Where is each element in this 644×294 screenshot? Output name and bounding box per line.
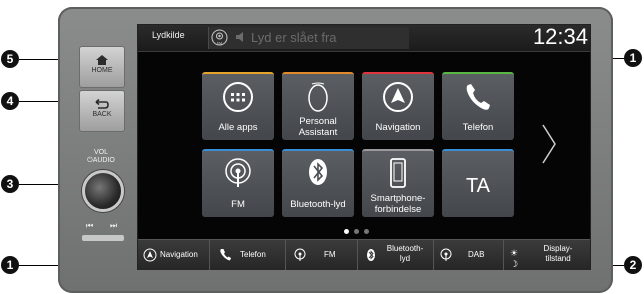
callout-4: 4 — [1, 92, 19, 110]
shortcut-bar: Navigation Telefon FM Bluetooth-lyd DAB … — [138, 239, 590, 270]
tile-label: Telefon — [462, 122, 494, 133]
radio-icon — [294, 248, 306, 261]
status-bar: Lydkilde FM Lyd er slået fra 12:34 — [138, 24, 590, 52]
tile-navigation[interactable]: Navigation — [362, 72, 434, 140]
back-icon — [95, 98, 109, 109]
page-dot — [354, 229, 359, 234]
radio-icon — [225, 158, 251, 187]
shortcut-label: Bluetooth-lyd — [386, 244, 424, 263]
volume-knob[interactable] — [82, 170, 124, 212]
fm-radio-icon: FM — [211, 29, 228, 46]
page-dot-active — [344, 229, 349, 234]
back-label: BACK — [92, 111, 112, 118]
tile-label: FM — [231, 199, 245, 210]
tile-alle-apps[interactable]: Alle apps — [202, 72, 274, 140]
page-dot — [364, 229, 369, 234]
tile-label: Smartphone-forbindelse — [370, 193, 426, 215]
home-button[interactable]: HOME — [79, 46, 125, 88]
bluetooth-icon — [367, 249, 375, 261]
tile-label: Personal Assistant — [298, 116, 338, 138]
tile-ta[interactable]: TA — [442, 149, 514, 217]
callout-1-top: 1 — [624, 49, 642, 67]
smartphone-icon — [390, 158, 406, 188]
shortcut-label: Display-tilstand — [543, 244, 573, 263]
callout-3: 3 — [1, 175, 19, 193]
radio-icon — [440, 248, 452, 261]
skip-forward-button[interactable]: ⏭ — [110, 221, 117, 231]
shortcut-label: Navigation — [160, 250, 198, 259]
volume-label: VOL ⏻AUDIO — [87, 149, 115, 164]
callout-1-bottom: 1 — [1, 256, 19, 274]
muted-speaker-icon — [236, 32, 243, 42]
tile-personal-assistant[interactable]: Personal Assistant — [282, 72, 354, 140]
home-label: HOME — [91, 67, 113, 74]
shortcut-telefon[interactable]: Telefon — [210, 240, 286, 270]
assistant-icon — [308, 82, 328, 112]
tile-label: Navigation — [375, 122, 421, 133]
tile-fm[interactable]: FM — [202, 149, 274, 217]
shortcut-display-tilstand[interactable]: ☀☽ Display-tilstand — [504, 240, 590, 270]
tile-label: Alle apps — [218, 122, 258, 133]
navigation-icon — [383, 82, 413, 112]
shortcut-label: Telefon — [240, 250, 266, 259]
tile-bluetooth-lyd[interactable]: Bluetooth-lyd — [282, 149, 354, 217]
phone-icon — [466, 84, 490, 110]
tile-telefon[interactable]: Telefon — [442, 72, 514, 140]
navigation-icon — [143, 248, 157, 262]
clock: 12:34 — [532, 24, 588, 49]
phone-icon — [220, 249, 231, 261]
grid-icon — [223, 82, 253, 112]
disc-slot — [82, 235, 124, 241]
shortcut-label: FM — [324, 250, 336, 259]
callout-5: 5 — [1, 50, 19, 68]
media-status-text: Lyd er slået fra — [251, 30, 337, 45]
back-button[interactable]: BACK — [79, 90, 125, 132]
bluetooth-icon — [309, 159, 327, 185]
tile-label: Bluetooth-lyd — [290, 199, 346, 210]
audio-source-button[interactable]: Lydkilde — [152, 30, 185, 40]
shortcut-navigation[interactable]: Navigation — [138, 240, 210, 270]
tile-label: TA — [465, 175, 491, 197]
shortcut-label: DAB — [468, 250, 485, 259]
display-mode-icon: ☀☽ — [510, 248, 519, 269]
skip-back-button[interactable]: ⏮ — [86, 221, 93, 231]
shortcut-fm[interactable]: FM — [286, 240, 358, 270]
svg-text:FM: FM — [217, 42, 222, 46]
media-status-bar[interactable]: FM Lyd er slået fra — [208, 27, 409, 49]
home-icon — [96, 55, 108, 65]
callout-2: 2 — [624, 256, 642, 274]
chevron-right-icon[interactable] — [540, 123, 558, 165]
touchscreen: Lydkilde FM Lyd er slået fra 12:34 Alle … — [137, 24, 591, 270]
shortcut-bluetooth-lyd[interactable]: Bluetooth-lyd — [358, 240, 434, 270]
tile-smartphone-forbindelse[interactable]: Smartphone-forbindelse — [362, 149, 434, 217]
shortcut-dab[interactable]: DAB — [434, 240, 504, 270]
